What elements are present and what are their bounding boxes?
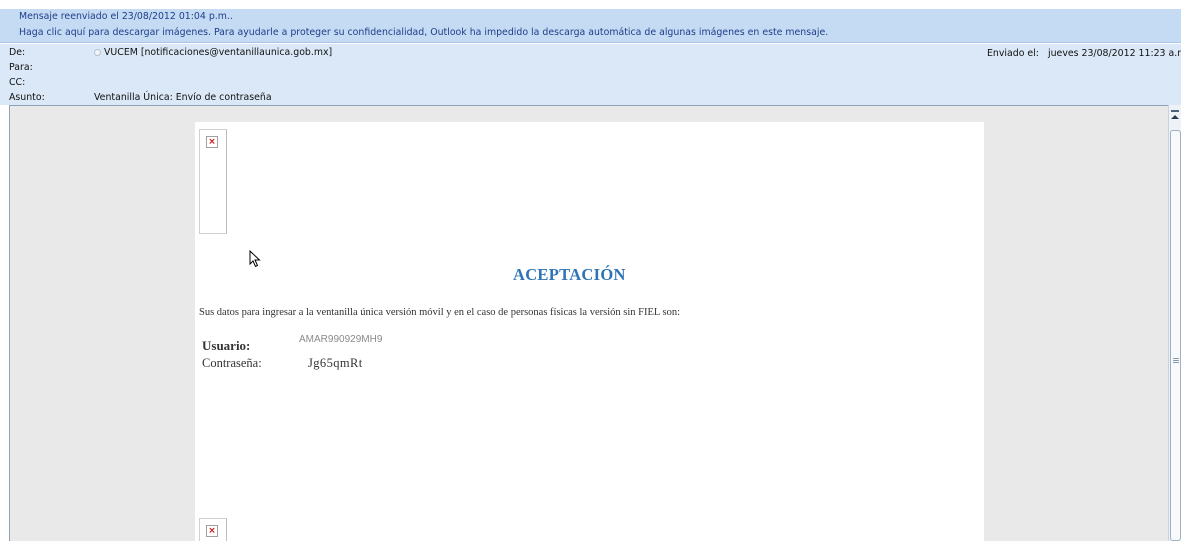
user-label: Usuario: <box>202 338 251 353</box>
subject-value: Ventanilla Única: Envío de contraseña <box>94 92 272 103</box>
broken-image-icon: × <box>206 136 218 148</box>
presence-icon <box>94 49 101 56</box>
vertical-scrollbar[interactable] <box>1168 105 1181 541</box>
cc-label: CC: <box>9 77 26 88</box>
sent-row: Enviado el: jueves 23/08/2012 11:23 a.m <box>987 48 1181 59</box>
download-images-link[interactable]: Haga clic aquí para descargar imágenes. … <box>19 27 828 38</box>
message-body-pane[interactable]: × ACEPTACIÓN Sus datos para ingresar a l… <box>9 105 1168 541</box>
scroll-thumb[interactable] <box>1170 130 1181 541</box>
from-address[interactable]: VUCEM [notificaciones@ventanillaunica.go… <box>104 47 332 58</box>
to-label: Para: <box>9 62 33 73</box>
message-title: ACEPTACIÓN <box>513 265 626 284</box>
sent-label: Enviado el: <box>987 48 1039 59</box>
subject-label: Asunto: <box>9 92 45 103</box>
broken-image-placeholder-bottom[interactable]: × <box>199 518 227 541</box>
scroll-up-arrow-icon[interactable] <box>1171 107 1179 119</box>
mouse-pointer-icon <box>249 249 261 272</box>
user-value: AMAR990929MH9 <box>299 334 383 345</box>
broken-image-placeholder[interactable]: × <box>199 129 227 234</box>
message-page: × ACEPTACIÓN Sus datos para ingresar a l… <box>195 122 984 541</box>
from-value[interactable]: VUCEM [notificaciones@ventanillaunica.go… <box>94 47 332 58</box>
sent-value: jueves 23/08/2012 11:23 a.m <box>1048 48 1181 59</box>
message-header: De: VUCEM [notificaciones@ventanillaunic… <box>0 44 1181 105</box>
scroll-grip-icon <box>1173 358 1179 364</box>
password-label: Contraseña: <box>202 356 262 370</box>
broken-image-icon: × <box>206 525 218 537</box>
forwarded-notice: Mensaje reenviado el 23/08/2012 01:04 p.… <box>19 11 233 22</box>
info-bar[interactable]: Mensaje reenviado el 23/08/2012 01:04 p.… <box>0 9 1181 43</box>
from-label: De: <box>9 47 26 58</box>
intro-text: Sus datos para ingresar a la ventanilla … <box>199 307 681 318</box>
top-strip <box>0 0 1181 9</box>
password-value: Jg65qmRt <box>308 356 363 370</box>
